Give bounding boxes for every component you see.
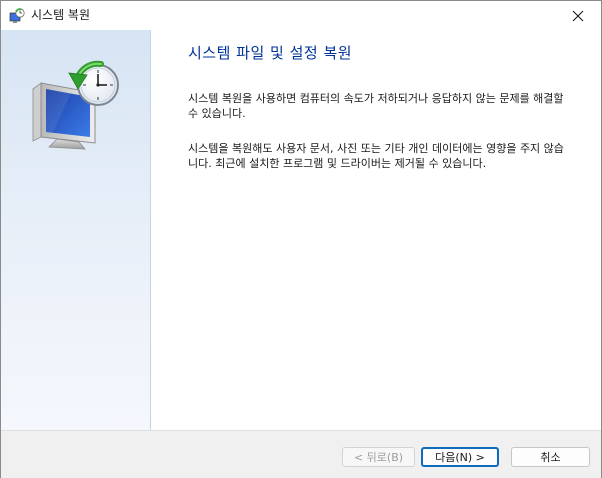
wizard-content: 시스템 파일 및 설정 복원 시스템 복원을 사용하면 컴퓨터의 속도가 저하되… bbox=[151, 30, 601, 430]
window-title: 시스템 복원 bbox=[31, 8, 91, 22]
description-paragraph-2: 시스템을 복원해도 사용자 문서, 사진 또는 기타 개인 데이터에는 영향을 … bbox=[188, 142, 564, 170]
page-title: 시스템 파일 및 설정 복원 bbox=[188, 44, 353, 62]
computer-clock-restore-icon bbox=[31, 59, 123, 151]
system-restore-icon bbox=[9, 8, 25, 24]
title-bar: 시스템 복원 bbox=[1, 1, 601, 30]
system-restore-dialog: 시스템 복원 시스템 파일 및 설정 복원 시스템 복원을 사용하면 컴퓨터의 … bbox=[0, 0, 602, 478]
close-icon bbox=[572, 10, 584, 21]
wizard-sidebar bbox=[1, 30, 151, 430]
wizard-footer: < 뒤로(B) 다음(N) > 취소 bbox=[1, 430, 601, 478]
next-button[interactable]: 다음(N) > bbox=[421, 447, 499, 467]
cancel-button[interactable]: 취소 bbox=[511, 447, 590, 467]
description-paragraph-1: 시스템 복원을 사용하면 컴퓨터의 속도가 저하되거나 응답하지 않는 문제를 … bbox=[188, 92, 564, 120]
close-button[interactable] bbox=[555, 1, 601, 30]
back-button[interactable]: < 뒤로(B) bbox=[342, 447, 415, 467]
